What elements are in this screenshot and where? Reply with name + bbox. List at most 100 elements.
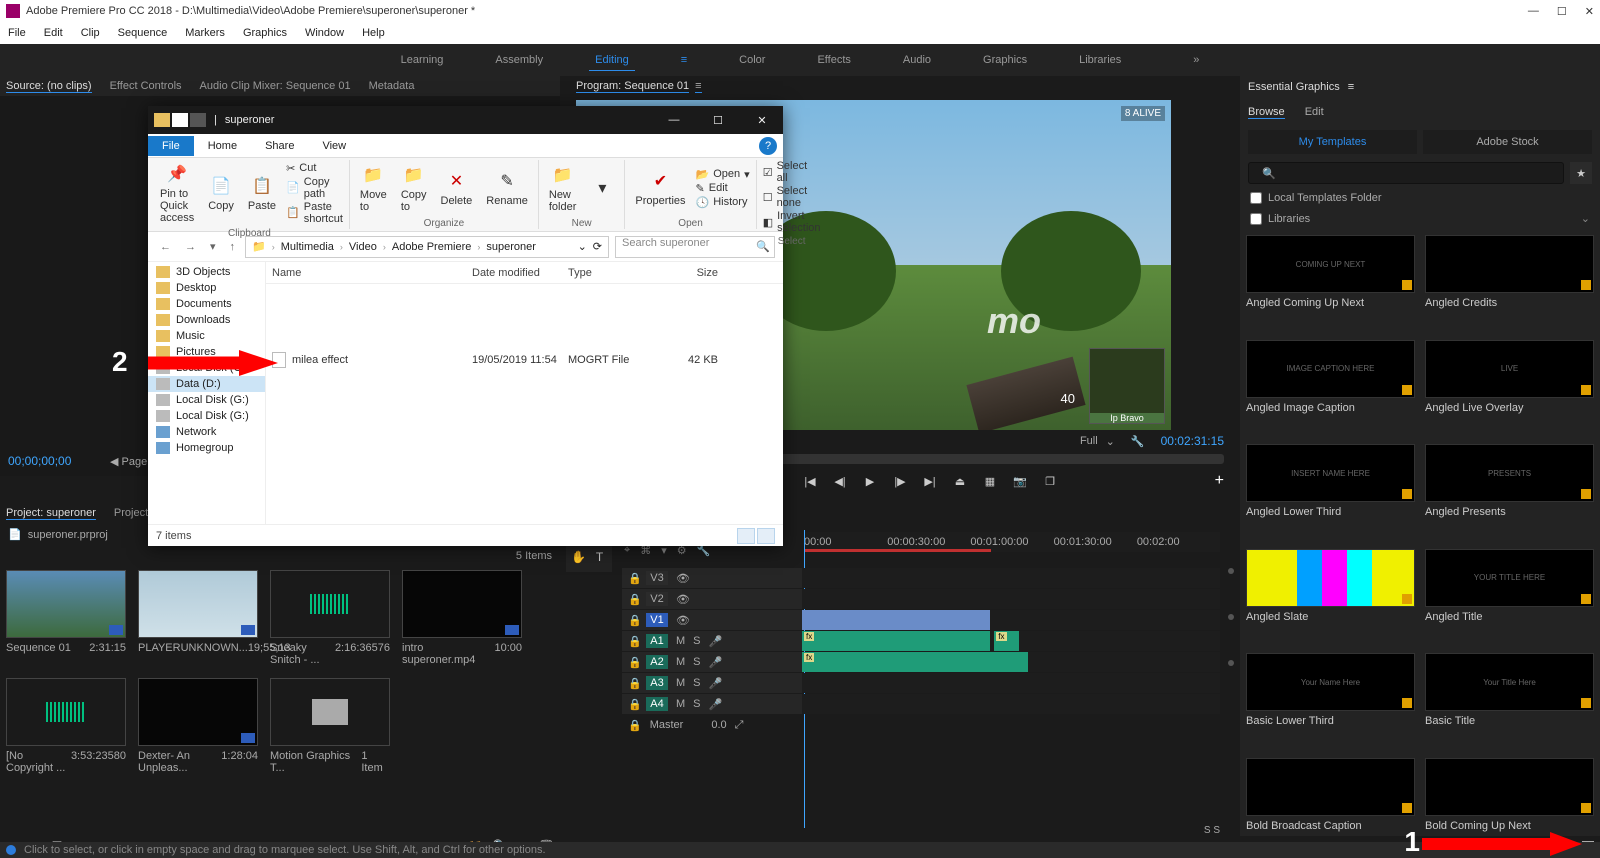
ws-audio[interactable]: Audio	[897, 50, 937, 70]
eg-template-item[interactable]: LIVEAngled Live Overlay	[1425, 340, 1594, 435]
minimize-button[interactable]: —	[1528, 5, 1539, 18]
copy-to-button[interactable]: 📁Copy to	[397, 161, 431, 215]
invert-selection-button[interactable]: ◧ Invert selection	[763, 210, 821, 234]
tree-item[interactable]: Local Disk (G:)	[148, 408, 265, 424]
explorer-close[interactable]: ✕	[747, 114, 777, 127]
ribbon-tab-file[interactable]: File	[148, 136, 194, 156]
history-button[interactable]: 🕓 History	[696, 196, 750, 209]
tree-item[interactable]: Downloads	[148, 312, 265, 328]
rename-button[interactable]: ✎Rename	[482, 167, 532, 209]
lock-icon[interactable]: 🔒	[628, 677, 638, 690]
tab-effect-controls[interactable]: Effect Controls	[110, 80, 182, 92]
tab-project[interactable]: Project: superoner	[6, 507, 96, 520]
file-explorer-window[interactable]: | superoner — ☐ ✕ File Home Share View ?…	[148, 106, 783, 546]
eg-template-item[interactable]: YOUR TITLE HEREAngled Title	[1425, 549, 1594, 644]
mic-icon[interactable]: 🎤	[709, 656, 723, 669]
eg-template-item[interactable]: Your Name HereBasic Lower Third	[1246, 653, 1415, 748]
ws-editing[interactable]: Editing	[589, 50, 635, 71]
ws-effects[interactable]: Effects	[811, 50, 856, 70]
menu-edit[interactable]: Edit	[44, 27, 63, 39]
open-button[interactable]: 📂 Open ▾	[696, 168, 750, 181]
ribbon-tab-view[interactable]: View	[308, 136, 360, 156]
timeline-tracks[interactable]: 🔒V3👁 🔒V2👁 🔒V1👁 🔒A1MS🎤fxfx 🔒A2MS🎤fx 🔒A3MS…	[622, 568, 1220, 828]
chevron-down-icon[interactable]: ⌄	[1581, 212, 1590, 225]
project-item[interactable]: Sneaky Snitch - ...2:16:36576	[270, 570, 390, 666]
step-back-button[interactable]: ◀|	[833, 474, 847, 488]
copy-button[interactable]: 📄Copy	[204, 172, 238, 214]
eye-icon[interactable]: 👁	[676, 593, 690, 606]
lock-icon[interactable]: 🔒	[628, 593, 638, 606]
extract-button[interactable]: ▦	[983, 474, 997, 488]
back-button[interactable]: ←	[156, 241, 175, 253]
menu-markers[interactable]: Markers	[185, 27, 225, 39]
hand-tool[interactable]: ✋	[570, 550, 587, 568]
explorer-maximize[interactable]: ☐	[703, 114, 733, 127]
ribbon-tab-share[interactable]: Share	[251, 136, 308, 156]
mic-icon[interactable]: 🎤	[709, 635, 723, 648]
explorer-columns[interactable]: Name Date modified Type Size	[266, 262, 783, 284]
move-to-button[interactable]: 📁Move to	[356, 161, 391, 215]
eg-template-item[interactable]: COMING UP NEXTAngled Coming Up Next	[1246, 235, 1415, 330]
details-view-button[interactable]	[737, 528, 755, 544]
copy-path-button[interactable]: 📄 Copy path	[286, 176, 343, 200]
eg-subtab-mytemplates[interactable]: My Templates	[1248, 130, 1417, 154]
program-timecode[interactable]: 00:02:31:15	[1161, 434, 1224, 448]
mic-icon[interactable]: 🎤	[709, 677, 723, 690]
eg-menu-icon[interactable]: ≡	[1348, 81, 1354, 93]
project-bin-grid[interactable]: Sequence 012:31:15PLAYERUNKNOWN...19;55;…	[6, 570, 554, 828]
lift-button[interactable]: ⏏	[953, 474, 967, 488]
explorer-titlebar[interactable]: | superoner — ☐ ✕	[148, 106, 783, 134]
explorer-minimize[interactable]: —	[659, 114, 689, 127]
type-tool[interactable]: T	[591, 550, 608, 568]
refresh-button[interactable]: ⟳	[591, 240, 604, 253]
lock-icon[interactable]: 🔒	[628, 572, 638, 585]
eg-template-item[interactable]: Your Title HereBasic Title	[1425, 653, 1594, 748]
program-add-button[interactable]: +	[1215, 472, 1224, 490]
project-item[interactable]: intro superoner.mp410:00	[402, 570, 522, 666]
up-button[interactable]: ↑	[226, 241, 240, 253]
lock-icon[interactable]: 🔒	[628, 719, 642, 732]
audio-clip[interactable]: fx	[802, 631, 990, 651]
paste-shortcut-button[interactable]: 📋 Paste shortcut	[286, 201, 343, 225]
program-menu-icon[interactable]: ≡	[695, 80, 701, 93]
menu-window[interactable]: Window	[305, 27, 344, 39]
project-item[interactable]: Dexter- An Unpleas...1:28:04	[138, 678, 258, 774]
ws-color[interactable]: Color	[733, 50, 771, 70]
mic-icon[interactable]: 🎤	[709, 698, 723, 711]
menu-bar[interactable]: File Edit Clip Sequence Markers Graphics…	[0, 22, 1600, 44]
tab-metadata[interactable]: Metadata	[369, 80, 415, 92]
eg-tab-edit[interactable]: Edit	[1305, 106, 1324, 118]
history-dropdown[interactable]: ▾	[206, 240, 220, 253]
step-forward-button[interactable]: |▶	[893, 474, 907, 488]
eg-subtab-adobestock[interactable]: Adobe Stock	[1423, 130, 1592, 154]
ribbon-tab-home[interactable]: Home	[194, 136, 251, 156]
video-clip[interactable]	[802, 610, 990, 630]
eg-search-input[interactable]	[1248, 162, 1564, 184]
breadcrumb[interactable]: 📁› Multimedia› Video› Adobe Premiere› su…	[245, 236, 609, 258]
pin-button[interactable]: 📌Pin to Quick access	[156, 160, 198, 226]
go-to-in-button[interactable]: |◀	[803, 474, 817, 488]
paste-button[interactable]: 📋Paste	[244, 172, 280, 214]
ws-editing-menu[interactable]: ≡	[675, 50, 693, 70]
eg-tab-browse[interactable]: Browse	[1248, 106, 1285, 119]
new-folder-button[interactable]: 📁New folder	[545, 161, 581, 215]
icons-view-button[interactable]	[757, 528, 775, 544]
program-fit-dropdown[interactable]: Full	[1080, 435, 1098, 447]
tree-item[interactable]: Desktop	[148, 280, 265, 296]
go-to-out-button[interactable]: ▶|	[923, 474, 937, 488]
ws-graphics[interactable]: Graphics	[977, 50, 1033, 70]
explorer-nav-tree[interactable]: 3D ObjectsDesktopDocumentsDownloadsMusic…	[148, 262, 266, 524]
menu-sequence[interactable]: Sequence	[118, 27, 168, 39]
eg-check-libraries[interactable]: Libraries⌄	[1240, 208, 1600, 229]
settings-icon[interactable]: 🔧	[1131, 435, 1145, 448]
eg-template-item[interactable]: PRESENTSAngled Presents	[1425, 444, 1594, 539]
tab-project2[interactable]: Project:	[114, 507, 151, 519]
tree-item[interactable]: Homegroup	[148, 440, 265, 456]
eg-template-item[interactable]: Angled Credits	[1425, 235, 1594, 330]
project-item[interactable]: Sequence 012:31:15	[6, 570, 126, 666]
cut-button[interactable]: ✂ Cut	[286, 162, 343, 175]
tree-item[interactable]: 3D Objects	[148, 264, 265, 280]
lock-icon[interactable]: 🔒	[628, 614, 638, 627]
maximize-button[interactable]: ☐	[1557, 5, 1567, 18]
lock-icon[interactable]: 🔒	[628, 656, 638, 669]
